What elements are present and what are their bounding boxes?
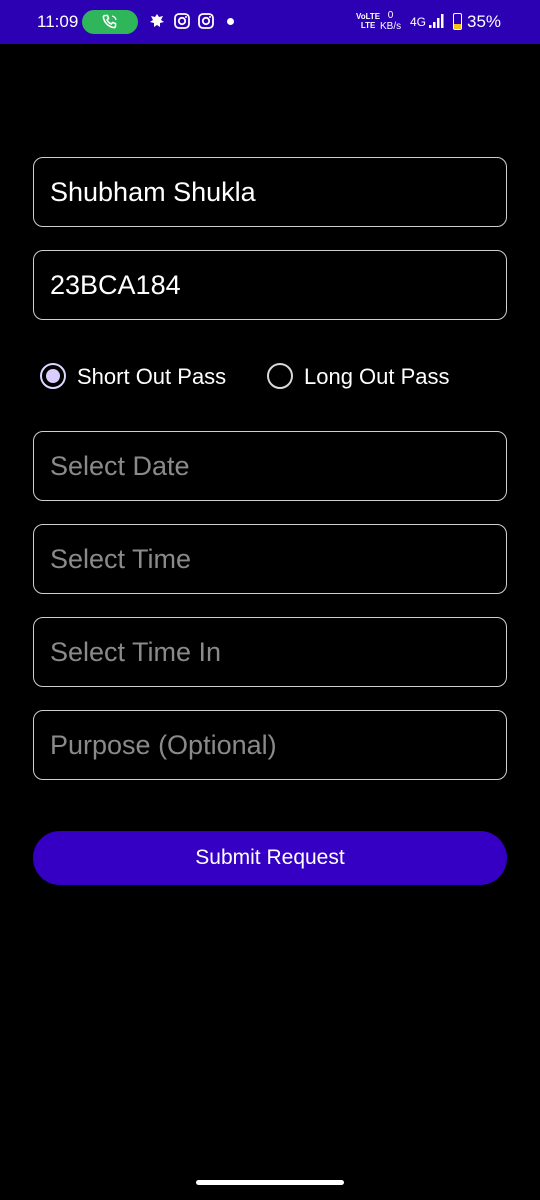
radio-dot xyxy=(46,369,60,383)
network-type: 4G xyxy=(410,15,427,29)
data-rate-value: 0 xyxy=(387,10,394,21)
roll-number-field[interactable] xyxy=(33,250,507,320)
submit-request-button[interactable]: Submit Request xyxy=(33,831,507,885)
time-in-field[interactable] xyxy=(33,617,507,687)
time-field[interactable] xyxy=(33,524,507,594)
signal-icon xyxy=(429,14,445,33)
roll-number-input[interactable] xyxy=(50,251,490,319)
more-notifications-dot xyxy=(227,18,234,25)
volte-label: VoLTE xyxy=(356,12,381,21)
short-out-pass-label: Short Out Pass xyxy=(77,364,227,389)
lte-label: LTE xyxy=(360,21,376,30)
time-input[interactable] xyxy=(50,525,490,593)
data-rate-unit: KB/s xyxy=(380,21,402,32)
screen: 11:09 VoLTE LTE 0 KB/s 4G 35% Shubham Sh… xyxy=(0,0,540,1200)
battery-level-fill xyxy=(454,23,461,29)
purpose-field[interactable] xyxy=(33,710,507,780)
radio-selected-icon xyxy=(40,363,66,389)
name-field[interactable] xyxy=(33,157,507,227)
short-out-pass-radio[interactable]: Short Out Pass xyxy=(40,362,250,394)
long-out-pass-radio[interactable]: Long Out Pass xyxy=(267,362,467,394)
volte-indicator: VoLTE LTE xyxy=(356,12,380,30)
ongoing-call-chip[interactable] xyxy=(82,10,138,34)
battery-percent: 35% xyxy=(467,12,502,31)
radio-unselected-icon xyxy=(267,363,293,389)
long-out-pass-label: Long Out Pass xyxy=(304,364,450,389)
data-rate: 0 KB/s xyxy=(380,10,401,32)
time-in-input[interactable] xyxy=(50,618,490,686)
status-time: 11:09 xyxy=(37,12,79,31)
name-input[interactable] xyxy=(50,158,490,226)
date-field[interactable] xyxy=(33,431,507,501)
instagram-icon xyxy=(197,12,215,35)
battery-icon xyxy=(453,13,462,30)
app-notification-icon xyxy=(148,12,166,35)
instagram-icon xyxy=(173,12,191,35)
home-gesture-bar[interactable] xyxy=(196,1180,344,1185)
phone-icon xyxy=(102,14,117,29)
purpose-input[interactable] xyxy=(50,711,490,779)
date-input[interactable] xyxy=(50,432,490,500)
status-bar: 11:09 VoLTE LTE 0 KB/s 4G 35% xyxy=(0,0,540,44)
